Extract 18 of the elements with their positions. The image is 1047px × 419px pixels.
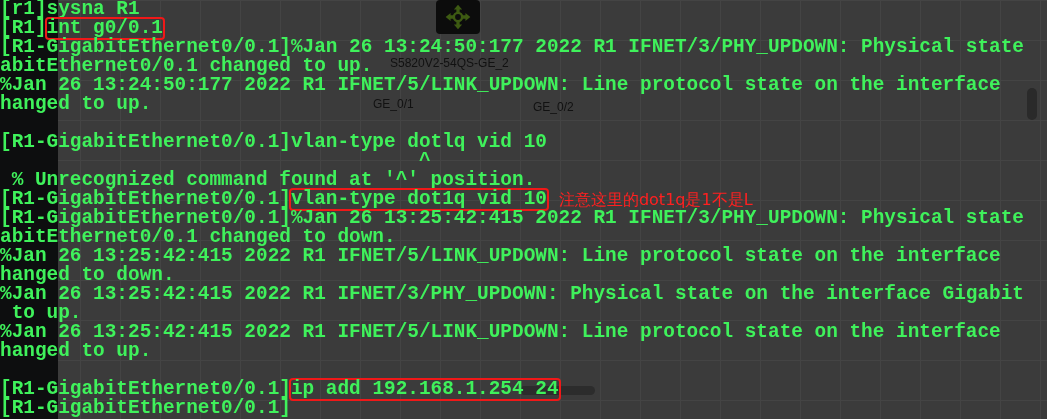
command-prompt: [R1-GigabitEthernet0/0.1]	[0, 380, 291, 399]
command-prompt: [R1-GigabitEthernet0/0.1]	[0, 190, 291, 209]
annotation-text: 注意这里的dot1q是1不是L	[558, 190, 753, 209]
terminal-line: ^	[418, 150, 431, 172]
terminal-line: abitEthernet0/0.1 changed to down.	[0, 226, 396, 248]
terminal-line: [R1-GigabitEthernet0/0.1]	[0, 397, 291, 419]
terminal-line: to up.	[10, 302, 82, 324]
terminal-line: hanged to up.	[0, 340, 152, 362]
terminal-line: hanged to down.	[0, 264, 175, 286]
scrollbar-thumb[interactable]	[1027, 88, 1037, 120]
highlighted-command: vlan-type dot1q vid 10	[290, 190, 547, 209]
arrows-icon	[444, 3, 472, 31]
highlighted-command: ip add 192.168.1.254 24	[290, 380, 559, 399]
terminal-line: [R1-GigabitEthernet0/0.1]vlan-type dotlq vid 10	[0, 131, 547, 153]
highlighted-command: int g0/0.1	[46, 19, 163, 38]
terminal-line: %Jan 26 13:25:42:415 2022 R1 IFNET/3/PHY_UPDOWN: Physical state on the interface Gigabit	[0, 283, 1024, 305]
terminal-line: hanged to up.	[0, 93, 152, 115]
terminal-line: abitEthernet0/0.1 changed to up.	[0, 55, 373, 77]
